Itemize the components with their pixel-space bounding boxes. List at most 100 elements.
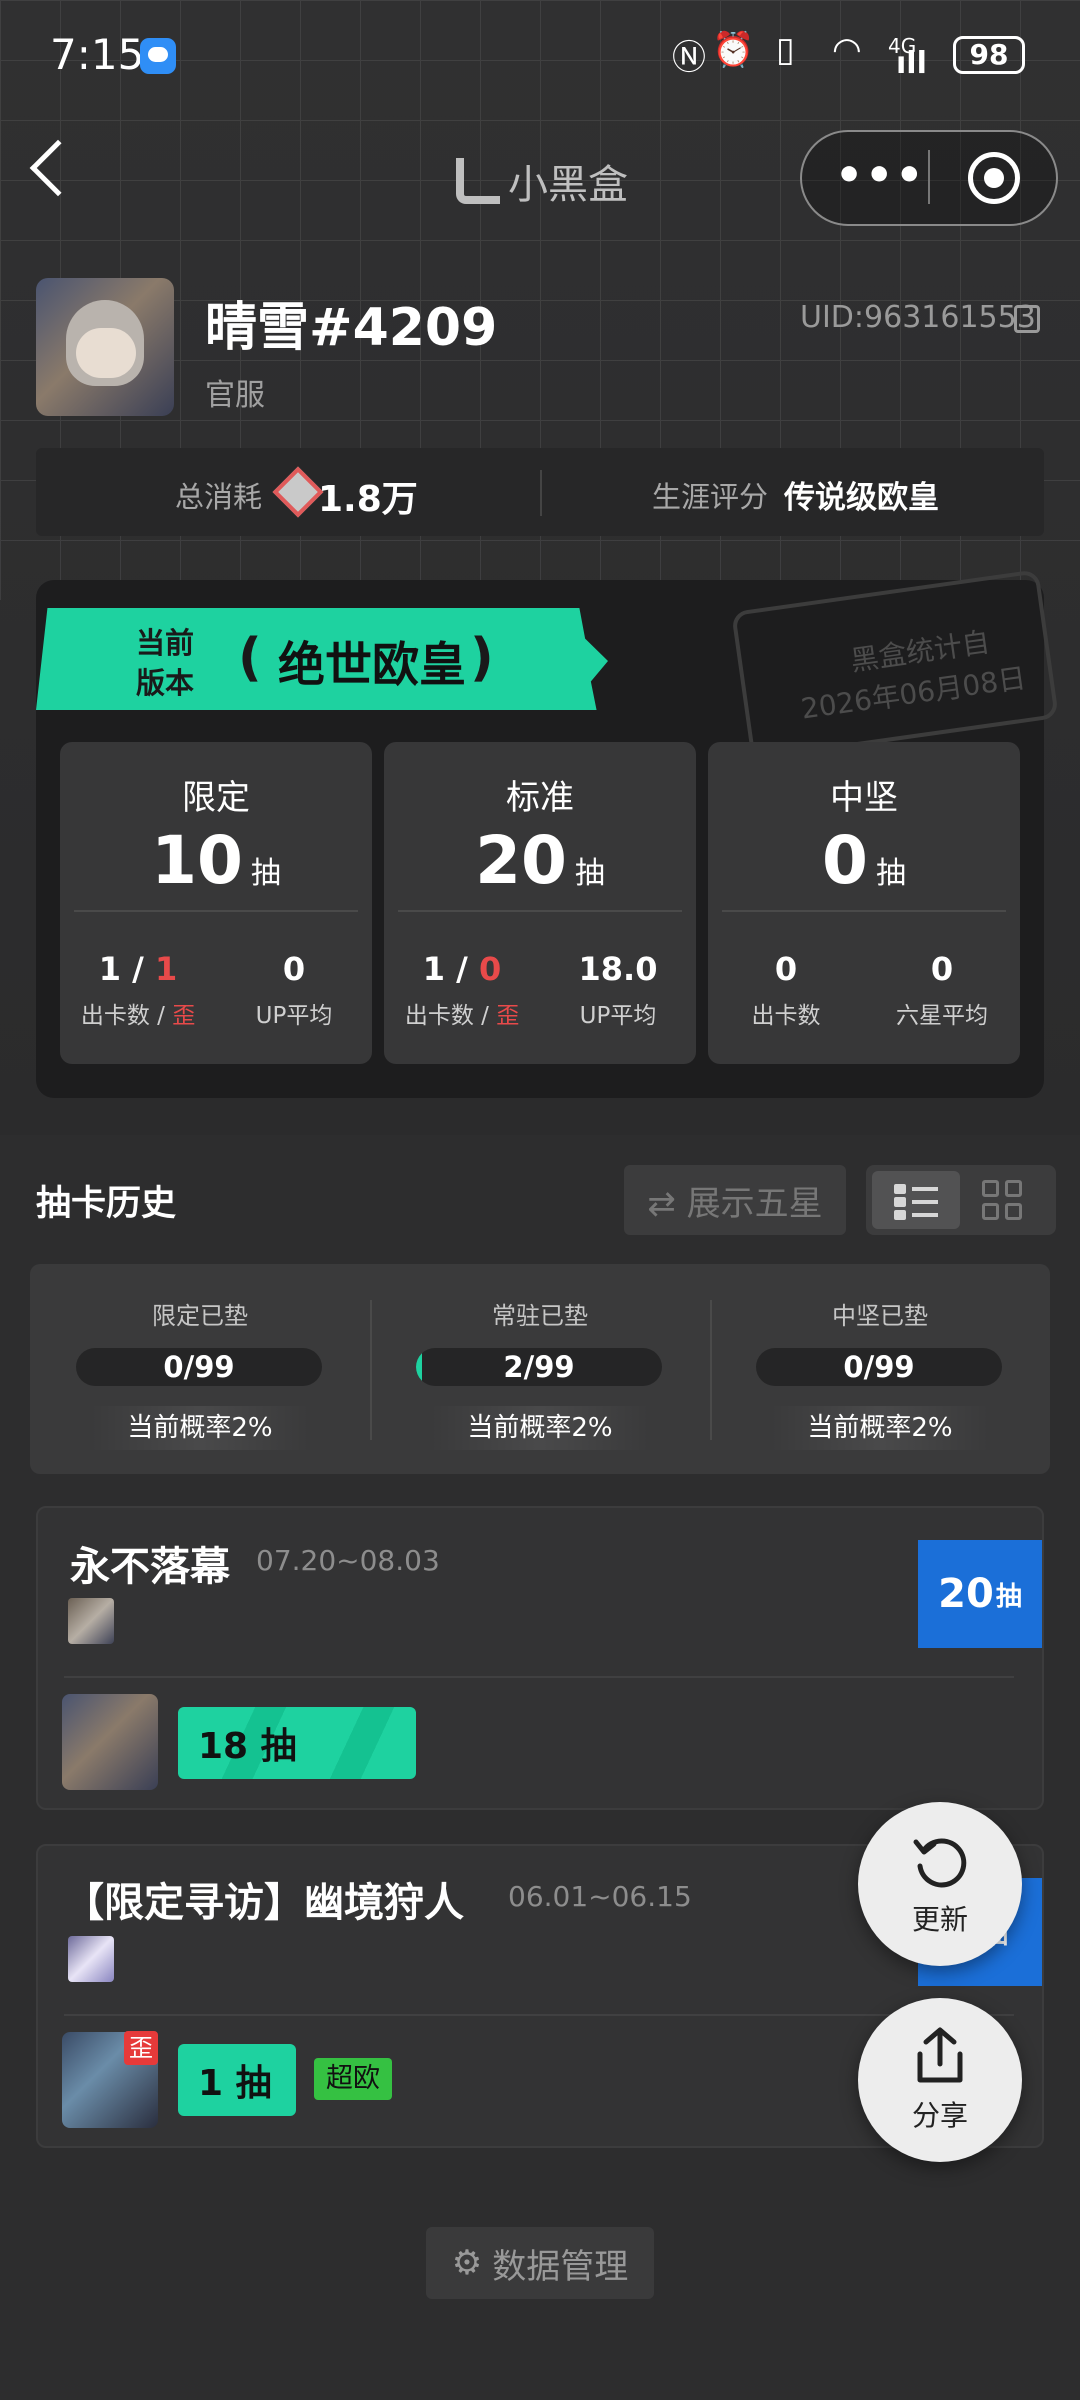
app-title-text: 小黑盒 xyxy=(508,162,628,208)
cards-sep: / xyxy=(121,950,155,988)
career-score-value: 传说级欧皇 xyxy=(784,480,939,516)
pulled-character-avatar xyxy=(62,1694,158,1790)
refresh-label: 更新 xyxy=(911,1903,968,1936)
banner-dates: 07.20~08.03 xyxy=(256,1544,440,1577)
up-average-caption: UP平均 xyxy=(255,1003,333,1029)
pity-limited: 限定已垫 0/99 当前概率2% xyxy=(30,1264,370,1474)
pity-label: 常驻已垫 xyxy=(492,1302,588,1330)
data-management-label: 数据管理 xyxy=(492,2246,629,2287)
pity-rate: 当前概率2% xyxy=(90,1406,310,1450)
alarm-icon: ⏰ xyxy=(712,30,755,70)
off-banner-badge: 歪 xyxy=(124,2031,158,2065)
pool-divider xyxy=(398,910,682,912)
pool-box-core: 中坚 0抽 0 出卡数 0 六星平均 xyxy=(708,742,1020,1064)
pool-divider xyxy=(722,910,1006,912)
up-average-caption: UP平均 xyxy=(579,1003,657,1029)
battery-level: 98 xyxy=(969,38,1009,71)
pity-value: 0/99 xyxy=(163,1350,235,1384)
pool-unit: 抽 xyxy=(875,856,906,891)
refresh-button[interactable]: 更新 xyxy=(858,1802,1022,1966)
user-avatar[interactable] xyxy=(36,278,174,416)
pool-name: 中坚 xyxy=(830,778,898,818)
cards-count: 0 xyxy=(774,950,798,988)
laurel-right-icon: ) xyxy=(470,628,494,688)
total-cost-value: 1.8万 xyxy=(318,479,418,520)
close-miniprogram-icon[interactable] xyxy=(968,152,1020,204)
copy-icon[interactable] xyxy=(1014,305,1040,333)
pool-divider xyxy=(74,910,358,912)
version-title: 绝世欧皇 xyxy=(278,638,466,693)
share-label: 分享 xyxy=(911,2099,968,2132)
up-average-value: 0 xyxy=(282,950,306,988)
up-average-value: 18.0 xyxy=(578,950,658,988)
share-icon xyxy=(917,2027,963,2083)
share-button[interactable]: 分享 xyxy=(858,1998,1022,2162)
banner-title: 【限定寻访】幽境狩人 xyxy=(64,1880,464,1926)
cards-caption: 出卡数 / xyxy=(404,1003,497,1029)
pity-label: 限定已垫 xyxy=(152,1302,248,1330)
ribbon-label-line2: 版本 xyxy=(136,666,195,700)
list-view-icon xyxy=(894,1182,938,1220)
pity-value: 2/99 xyxy=(503,1350,575,1384)
pool-box-standard: 标准 20 抽 1 / 0 出卡数 / 歪 18.0 UP平均 xyxy=(384,742,696,1064)
cards-count: 1 xyxy=(422,950,446,988)
cards-caption: 出卡数 / xyxy=(80,1003,173,1029)
total-cost-label: 总消耗 xyxy=(175,480,263,514)
banner-dates: 06.01~06.15 xyxy=(508,1880,692,1913)
pity-standard: 常驻已垫 2/99 当前概率2% xyxy=(370,1264,710,1474)
banner-divider xyxy=(64,2014,1014,2016)
grid-view-icon[interactable] xyxy=(982,1180,1026,1222)
pool-pulls: 10 xyxy=(151,822,243,899)
pull-count-bar: 1 抽 xyxy=(178,2044,296,2116)
pool-pulls: 20 xyxy=(475,822,567,899)
pool-unit: 抽 xyxy=(574,856,605,891)
pool-name: 限定 xyxy=(182,778,250,818)
banner-total-unit: 抽 xyxy=(995,1581,1022,1612)
server-label: 官服 xyxy=(205,378,265,413)
banner-total: 20 xyxy=(938,1571,994,1617)
career-score-label: 生涯评分 xyxy=(652,480,769,514)
off-rate-caption: 歪 xyxy=(496,1003,520,1029)
banner-character-thumb xyxy=(68,1598,114,1644)
off-rate-count: 1 xyxy=(154,950,178,988)
banner-total-badge: 20 抽 xyxy=(918,1540,1042,1648)
app-title: 小黑盒 xyxy=(456,152,628,210)
laurel-left-icon: ( xyxy=(238,628,262,688)
wifi-icon: ◠ xyxy=(832,30,862,70)
heybox-logo-icon xyxy=(456,158,500,204)
pool-box-limited: 限定 10 抽 1 / 1 出卡数 / 歪 0 UP平均 xyxy=(60,742,372,1064)
battery-icon: 98 xyxy=(953,36,1025,74)
capsule-divider xyxy=(928,150,930,204)
history-title: 抽卡历史 xyxy=(36,1184,177,1224)
username: 晴雪#4209 xyxy=(205,298,498,358)
pool-name: 标准 xyxy=(506,778,574,818)
pull-count-bar: 18 抽 xyxy=(178,1707,416,1779)
off-rate-count: 0 xyxy=(478,950,502,988)
banner-divider xyxy=(64,1676,1014,1678)
pity-label: 中坚已垫 xyxy=(832,1302,928,1330)
off-rate-caption: 歪 xyxy=(172,1003,196,1029)
refresh-icon xyxy=(913,1838,967,1888)
more-options-icon[interactable]: ••• xyxy=(835,150,925,201)
show-five-star-button[interactable]: ⇄ 展示五星 xyxy=(624,1165,846,1235)
pool-pulls: 0 xyxy=(822,822,868,899)
cards-sep: / xyxy=(445,950,479,988)
data-management-button[interactable]: ⚙ 数据管理 xyxy=(426,2227,654,2299)
lucky-tag: 超欧 xyxy=(314,2058,392,2100)
pool-unit: 抽 xyxy=(250,856,281,891)
banner-title: 永不落幕 xyxy=(70,1544,230,1590)
pity-rate: 当前概率2% xyxy=(770,1406,990,1450)
pity-rate: 当前概率2% xyxy=(430,1406,650,1450)
vibrate-icon: ▯ xyxy=(776,30,795,70)
cards-count: 1 xyxy=(98,950,122,988)
nfc-icon: Ⓝ xyxy=(672,38,706,78)
signal-icon: ıll xyxy=(896,46,927,81)
cards-caption: 出卡数 xyxy=(751,1003,821,1029)
uid-text: UID:963161553 xyxy=(800,300,1036,335)
gear-icon: ⚙ xyxy=(451,2243,483,2283)
ribbon-label-line1: 当前 xyxy=(136,626,195,660)
summary-divider xyxy=(540,470,542,516)
six-star-average-value: 0 xyxy=(930,950,954,988)
pity-value: 0/99 xyxy=(843,1350,915,1384)
status-time: 7:15 xyxy=(50,30,145,79)
